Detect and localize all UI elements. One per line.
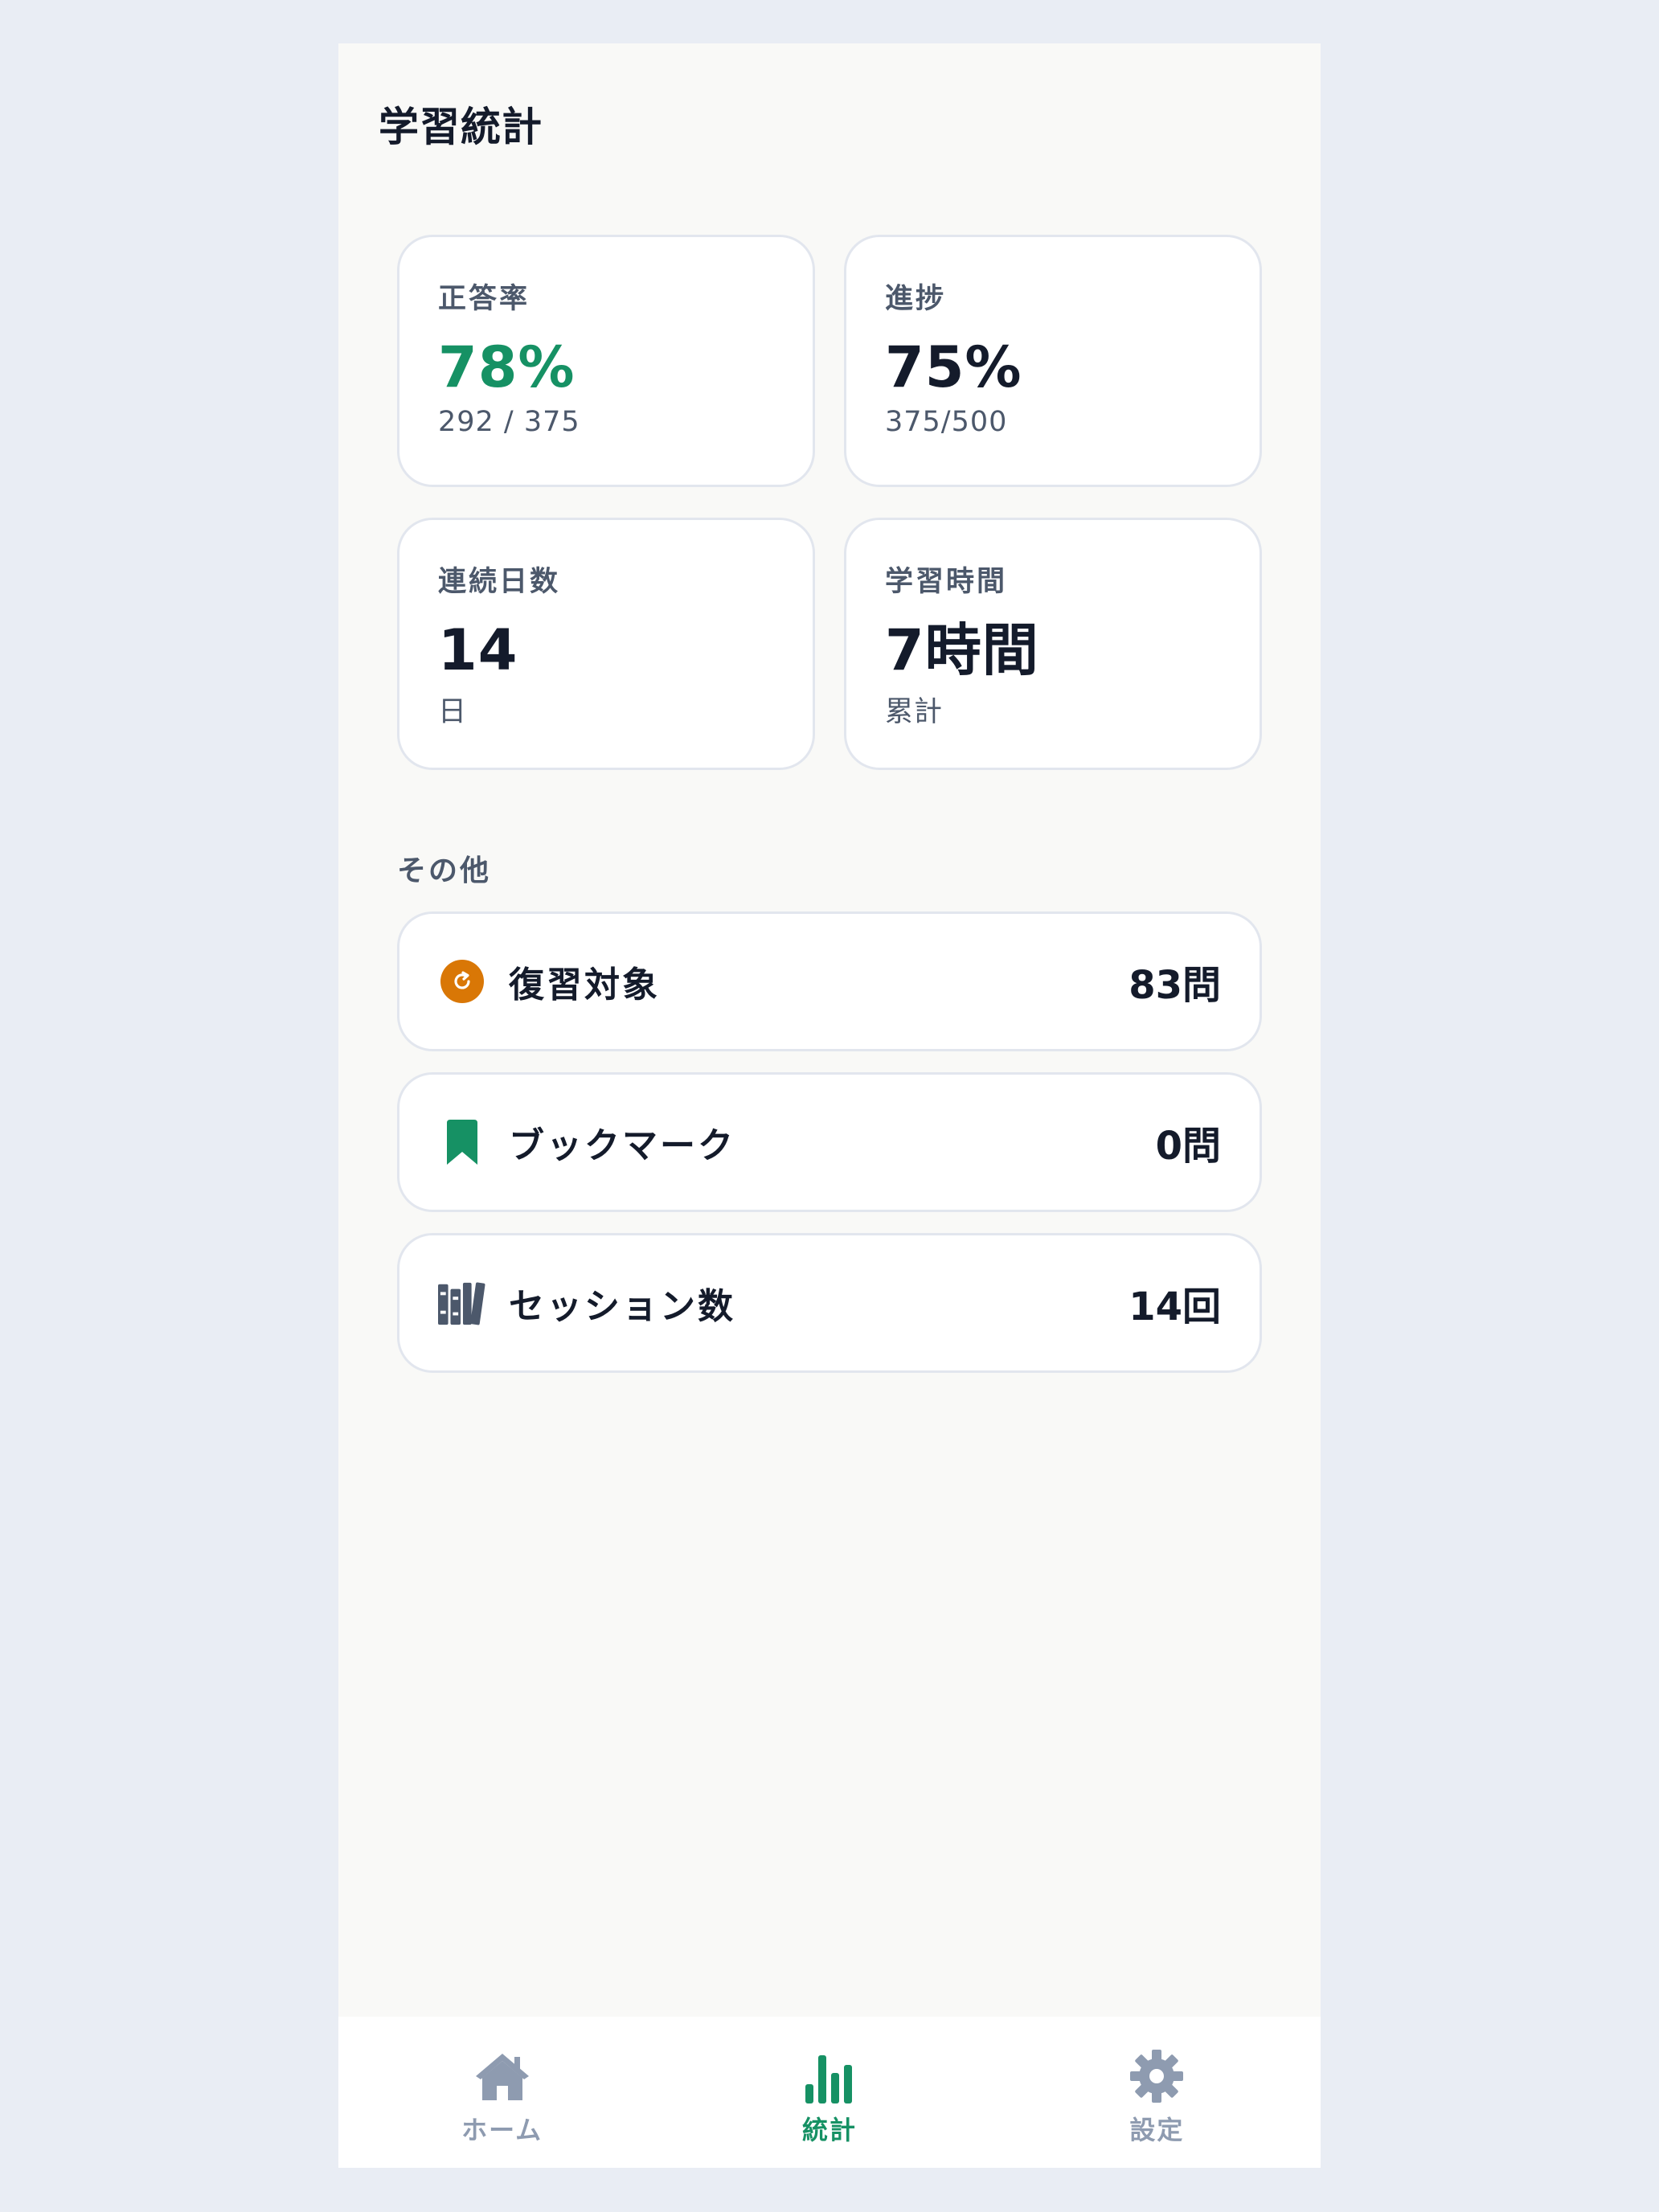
stat-label: 進捗	[885, 283, 947, 315]
list-item-bookmark[interactable]: ブックマーク 0問	[397, 1072, 1262, 1212]
stat-label: 連続日数	[438, 566, 561, 598]
stat-sub: 累計	[885, 696, 944, 728]
stat-value: 75%	[885, 334, 1022, 400]
home-icon	[473, 2047, 531, 2105]
stat-label: 正答率	[438, 283, 530, 315]
stats-grid: 正答率 78% 292 / 375 進捗 75% 375/500 連続日数 14…	[397, 235, 1262, 770]
list-item-label: セッション数	[509, 1286, 735, 1327]
tab-stats[interactable]: 統計	[666, 2017, 993, 2168]
stat-value: 14	[438, 617, 518, 683]
stat-sub: 日	[438, 696, 468, 728]
stat-card-streak: 連続日数 14 日	[397, 518, 815, 770]
stat-card-accuracy: 正答率 78% 292 / 375	[397, 235, 815, 487]
stat-label: 学習時間	[885, 566, 1008, 598]
page-title: 学習統計	[379, 104, 543, 150]
stat-value: 7時間	[885, 617, 1039, 683]
tab-label: 設定	[1129, 2115, 1185, 2145]
other-list: 復習対象 83問 ブックマーク 0問 セッション数 14回	[397, 911, 1262, 1394]
stat-sub: 292 / 375	[438, 406, 580, 438]
app-screen: 学習統計 正答率 78% 292 / 375 進捗 75% 375/500 連続…	[338, 43, 1321, 2168]
stat-sub: 375/500	[885, 406, 1008, 438]
books-icon	[438, 1279, 486, 1327]
list-item-value: 14回	[1129, 1284, 1221, 1329]
section-title-other: その他	[397, 854, 492, 887]
tab-home[interactable]: ホーム	[338, 2017, 666, 2168]
review-icon	[438, 957, 486, 1006]
list-item-label: ブックマーク	[509, 1125, 735, 1166]
stat-card-progress: 進捗 75% 375/500	[844, 235, 1262, 487]
list-item-value: 0問	[1155, 1124, 1221, 1169]
gear-icon	[1128, 2047, 1186, 2105]
stat-card-study-time: 学習時間 7時間 累計	[844, 518, 1262, 770]
bar-chart-icon	[801, 2047, 858, 2105]
list-item-sessions[interactable]: セッション数 14回	[397, 1233, 1262, 1373]
list-item-review[interactable]: 復習対象 83問	[397, 911, 1262, 1051]
tab-label: ホーム	[461, 2115, 543, 2145]
tab-settings[interactable]: 設定	[993, 2017, 1321, 2168]
bottom-tab-bar: ホーム 統計 設定	[338, 2017, 1321, 2168]
bookmark-icon	[438, 1118, 486, 1166]
stat-value: 78%	[438, 334, 576, 400]
list-item-value: 83問	[1129, 963, 1221, 1008]
tab-label: 統計	[801, 2115, 857, 2145]
list-item-label: 復習対象	[509, 965, 660, 1006]
